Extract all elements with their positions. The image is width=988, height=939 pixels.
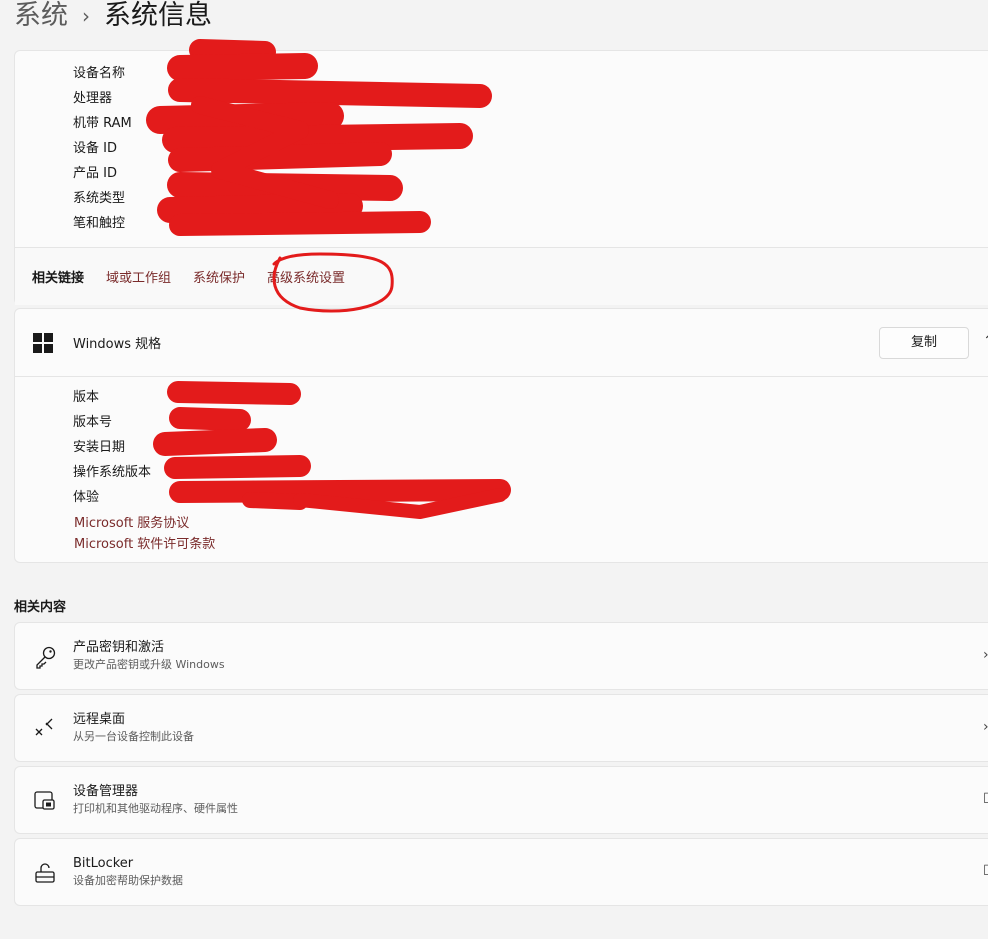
spec-label-ram: 机带 RAM xyxy=(73,116,132,131)
related-item-title: 产品密钥和激活 xyxy=(73,640,165,655)
microsoft-links: Microsoft 服务协议 Microsoft 软件许可条款 xyxy=(74,513,215,555)
related-item-title: BitLocker xyxy=(73,856,134,871)
related-item-text: 远程桌面 从另一台设备控制此设备 xyxy=(73,711,194,745)
link-system-protection[interactable]: 系统保护 xyxy=(193,267,245,286)
windows-logo-icon xyxy=(33,332,53,353)
device-spec-list: 设备名称 处理器 机带 RAM 设备 ID 产品 ID 系统类型 笔和触控 xyxy=(73,61,132,236)
link-services-agreement[interactable]: Microsoft 服务协议 xyxy=(74,513,215,534)
link-advanced-system-settings[interactable]: 高级系统设置 xyxy=(267,267,345,286)
related-item-bitlocker[interactable]: BitLocker 设备加密帮助保护数据 ☐ xyxy=(14,838,988,906)
spec-label-experience: 体验 xyxy=(73,490,100,505)
windows-spec-list: 版本 版本号 安装日期 操作系统版本 体验 xyxy=(73,385,151,510)
related-item-device-manager[interactable]: 设备管理器 打印机和其他驱动程序、硬件属性 ☐ xyxy=(14,766,988,834)
related-item-text: BitLocker 设备加密帮助保护数据 xyxy=(73,855,183,889)
external-link-icon: ☐ xyxy=(983,791,988,807)
related-content-title: 相关内容 xyxy=(14,600,67,615)
page-title: 系统信息 xyxy=(104,0,212,31)
spec-label-processor: 处理器 xyxy=(73,91,113,106)
spec-label-edition: 版本 xyxy=(73,390,100,405)
related-links-bar: 相关链接 域或工作组 系统保护 高级系统设置 xyxy=(15,247,988,305)
related-item-product-key[interactable]: 产品密钥和激活 更改产品密钥或升级 Windows › xyxy=(14,622,988,690)
related-item-title: 远程桌面 xyxy=(73,712,126,727)
device-specs-card: 设备名称 处理器 机带 RAM 设备 ID 产品 ID 系统类型 笔和触控 相关… xyxy=(14,50,988,305)
related-item-text: 设备管理器 打印机和其他驱动程序、硬件属性 xyxy=(73,783,238,817)
related-item-title: 设备管理器 xyxy=(73,784,139,799)
windows-spec-card: Windows 规格 复制 ⌃ 版本 版本号 安装日期 操作系统版本 体验 Mi… xyxy=(14,308,988,563)
related-links-title: 相关链接 xyxy=(32,271,85,286)
related-item-subtitle: 从另一台设备控制此设备 xyxy=(73,730,194,743)
chevron-right-icon: › xyxy=(983,719,988,735)
spec-label-product-id: 产品 ID xyxy=(73,166,117,181)
breadcrumb-parent[interactable]: 系统 xyxy=(14,0,68,38)
spec-label-device-id: 设备 ID xyxy=(73,141,117,156)
device-manager-icon xyxy=(34,791,55,810)
lock-icon xyxy=(35,863,55,883)
key-icon xyxy=(36,646,56,669)
link-license-terms[interactable]: Microsoft 软件许可条款 xyxy=(74,534,215,555)
chevron-right-icon: › xyxy=(983,647,988,663)
related-item-subtitle: 更改产品密钥或升级 Windows xyxy=(73,658,225,671)
spec-label-pen-touch: 笔和触控 xyxy=(73,216,126,231)
link-domain-workgroup[interactable]: 域或工作组 xyxy=(106,267,171,286)
related-item-text: 产品密钥和激活 更改产品密钥或升级 Windows xyxy=(73,639,225,673)
related-item-remote-desktop[interactable]: 远程桌面 从另一台设备控制此设备 › xyxy=(14,694,988,762)
related-item-subtitle: 打印机和其他驱动程序、硬件属性 xyxy=(73,802,238,815)
spec-label-device-name: 设备名称 xyxy=(73,66,126,81)
copy-button[interactable]: 复制 xyxy=(879,327,969,359)
windows-spec-title: Windows 规格 xyxy=(73,337,162,352)
related-item-subtitle: 设备加密帮助保护数据 xyxy=(73,874,183,887)
breadcrumb-separator-icon: › xyxy=(82,4,90,28)
spec-label-system-type: 系统类型 xyxy=(73,191,126,206)
windows-spec-header[interactable]: Windows 规格 复制 ⌃ xyxy=(15,309,988,377)
spec-label-version: 版本号 xyxy=(73,415,113,430)
breadcrumb: 系统 › 系统信息 xyxy=(14,0,212,38)
remote-desktop-icon xyxy=(35,718,53,736)
spec-label-os-build: 操作系统版本 xyxy=(73,465,152,480)
system-info-page: 系统 › 系统信息 设备名称 处理器 机带 RAM 设备 ID 产品 ID 系统… xyxy=(0,0,988,939)
chevron-up-icon[interactable]: ⌃ xyxy=(983,333,988,349)
external-link-icon: ☐ xyxy=(983,863,988,879)
spec-label-install-date: 安装日期 xyxy=(73,440,126,455)
